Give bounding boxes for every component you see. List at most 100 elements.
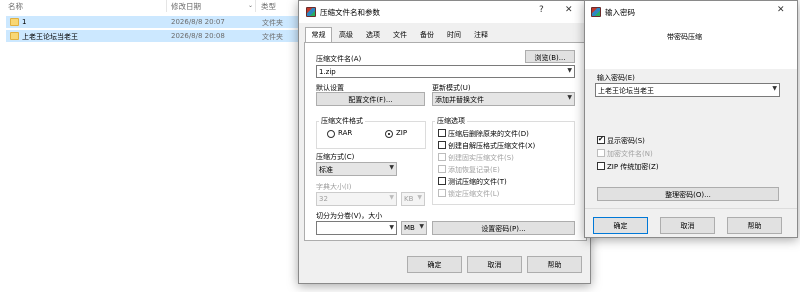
- archive-dialog-title: 压缩文件名和参数: [320, 8, 380, 17]
- archive-dialog-buttons: 确定 取消 帮助: [299, 245, 590, 283]
- chevron-down-icon: ▼: [389, 194, 394, 201]
- file-row[interactable]: 1 2026/8/8 20:07 文件夹: [6, 16, 302, 28]
- organize-passwords-button[interactable]: 整理密码(O)...: [597, 187, 779, 201]
- help-button[interactable]: 帮助: [527, 256, 582, 273]
- encrypt-names-checkbox: [597, 149, 605, 157]
- profiles-button-label: 配置文件(F)...: [348, 96, 393, 104]
- method-label: 压缩方式(C): [316, 153, 355, 161]
- archive-name-input[interactable]: 1.zip ▼: [316, 65, 575, 78]
- cancel-button-label: 取消: [487, 261, 502, 269]
- chevron-down-icon: ▼: [567, 94, 572, 101]
- chevron-down-icon[interactable]: ▼: [772, 85, 777, 92]
- file-date: 2026/8/8 20:07: [171, 18, 225, 26]
- password-value: 上老王论坛当老王: [598, 87, 654, 95]
- chevron-down-icon: ▼: [419, 223, 424, 230]
- sort-chevron-icon: ⌄: [248, 2, 254, 9]
- format-rar-radio[interactable]: [327, 130, 335, 138]
- option-label: 锁定压缩文件(L): [448, 190, 500, 198]
- split-unit-value: MB: [404, 224, 415, 232]
- ok-button[interactable]: 确定: [593, 217, 648, 234]
- cancel-button-label: 取消: [680, 222, 695, 230]
- password-dialog: 输入密码 ✕ 带密码压缩 输入密码(E) 上老王论坛当老王 ▼ 显示密码(S) …: [584, 0, 798, 238]
- close-icon[interactable]: ✕: [565, 5, 573, 15]
- winrar-app-icon: [591, 7, 601, 17]
- column-header-name[interactable]: 名称: [8, 1, 23, 12]
- password-heading: 带密码压缩: [667, 33, 702, 41]
- browse-button[interactable]: 浏览(B)...: [525, 50, 575, 63]
- password-dialog-titlebar[interactable]: 输入密码 ✕: [585, 1, 797, 23]
- close-icon[interactable]: ✕: [777, 5, 785, 15]
- column-divider: [255, 0, 256, 12]
- format-rar-label: RAR: [338, 129, 353, 137]
- archive-dialog-titlebar[interactable]: 压缩文件名和参数 ? ✕: [299, 1, 590, 23]
- option-checkbox: [438, 153, 446, 161]
- help-button-label: 帮助: [747, 222, 762, 230]
- method-select[interactable]: 标准 ▼: [316, 162, 397, 176]
- option-checkbox[interactable]: [438, 129, 446, 137]
- file-name: 上老王论坛当老王: [22, 33, 78, 41]
- dictionary-unit-select: KB ▼: [401, 192, 425, 206]
- chevron-down-icon[interactable]: ▼: [389, 224, 394, 231]
- tab-general[interactable]: 常规: [305, 27, 332, 43]
- method-value: 标准: [319, 166, 333, 174]
- update-mode-select[interactable]: 添加并替换文件 ▼: [432, 92, 575, 106]
- tab-time[interactable]: 时间: [441, 28, 467, 42]
- chevron-down-icon: ▼: [389, 164, 394, 171]
- split-unit-select[interactable]: MB ▼: [401, 221, 427, 235]
- show-password-checkbox[interactable]: [597, 135, 605, 144]
- options-group-label: 压缩选项: [435, 116, 467, 126]
- file-date: 2026/8/8 20:08: [171, 32, 225, 40]
- winrar-app-icon: [306, 7, 316, 17]
- encrypt-names-label: 加密文件名(N): [607, 150, 653, 158]
- column-divider: [166, 0, 167, 12]
- browse-button-label: 浏览(B)...: [534, 54, 566, 62]
- split-volumes-label: 切分为分卷(V)，大小: [316, 212, 383, 220]
- password-dialog-title: 输入密码: [605, 8, 635, 17]
- tab-comment[interactable]: 注释: [468, 28, 494, 42]
- option-checkbox[interactable]: [438, 141, 446, 149]
- option-checkbox[interactable]: [438, 177, 446, 185]
- option-label: 压缩后删除原来的文件(D): [448, 130, 529, 138]
- option-label: 测试压缩的文件(T): [448, 178, 507, 186]
- dictionary-size-value: 32: [319, 195, 328, 203]
- tab-files[interactable]: 文件: [387, 28, 413, 42]
- option-checkbox: [438, 165, 446, 173]
- cancel-button[interactable]: 取消: [660, 217, 715, 234]
- organize-passwords-button-label: 整理密码(O)...: [665, 191, 711, 199]
- cancel-button[interactable]: 取消: [467, 256, 522, 273]
- help-icon[interactable]: ?: [539, 5, 544, 15]
- profiles-button[interactable]: 配置文件(F)...: [316, 92, 425, 106]
- file-type: 文件夹: [262, 19, 283, 27]
- tab-options[interactable]: 选项: [360, 28, 386, 42]
- tab-backup[interactable]: 备份: [414, 28, 440, 42]
- dictionary-size-label: 字典大小(I): [316, 183, 352, 191]
- column-header-type[interactable]: 类型: [261, 1, 276, 12]
- chevron-down-icon[interactable]: ▼: [567, 67, 572, 74]
- column-header-modified[interactable]: 修改日期: [171, 1, 201, 12]
- chevron-down-icon: ▼: [417, 194, 422, 201]
- folder-icon: [10, 18, 19, 26]
- option-label: 创建自解压格式压缩文件(X): [448, 142, 536, 150]
- help-button[interactable]: 帮助: [727, 217, 782, 234]
- enter-password-label: 输入密码(E): [597, 74, 635, 82]
- split-size-input[interactable]: ▼: [316, 221, 397, 235]
- file-row[interactable]: 上老王论坛当老王 2026/8/8 20:08 文件夹: [6, 30, 302, 42]
- general-tab-panel: 压缩文件名(A) 浏览(B)... 1.zip ▼ 默认设置 配置文件(F)..…: [304, 42, 587, 241]
- set-password-button[interactable]: 设置密码(P)...: [432, 221, 575, 235]
- file-type: 文件夹: [262, 33, 283, 41]
- option-checkbox: [438, 189, 446, 197]
- password-input[interactable]: 上老王论坛当老王 ▼: [595, 83, 780, 97]
- format-zip-radio[interactable]: [385, 130, 393, 138]
- option-label: 添加恢复记录(E): [448, 166, 500, 174]
- ok-button[interactable]: 确定: [407, 256, 462, 273]
- set-password-button-label: 设置密码(P)...: [481, 225, 526, 233]
- archive-name-value: 1.zip: [319, 68, 336, 76]
- archive-dialog: 压缩文件名和参数 ? ✕ 常规 高级 选项 文件 备份 时间 注释 压缩文件名(…: [298, 0, 591, 284]
- tab-advanced[interactable]: 高级: [333, 28, 359, 42]
- zip-legacy-checkbox[interactable]: [597, 162, 605, 170]
- help-button-label: 帮助: [547, 261, 562, 269]
- ok-button-label: 确定: [613, 222, 628, 230]
- show-password-label: 显示密码(S): [607, 137, 645, 145]
- ok-button-label: 确定: [427, 261, 442, 269]
- password-dialog-header: 带密码压缩: [585, 23, 797, 69]
